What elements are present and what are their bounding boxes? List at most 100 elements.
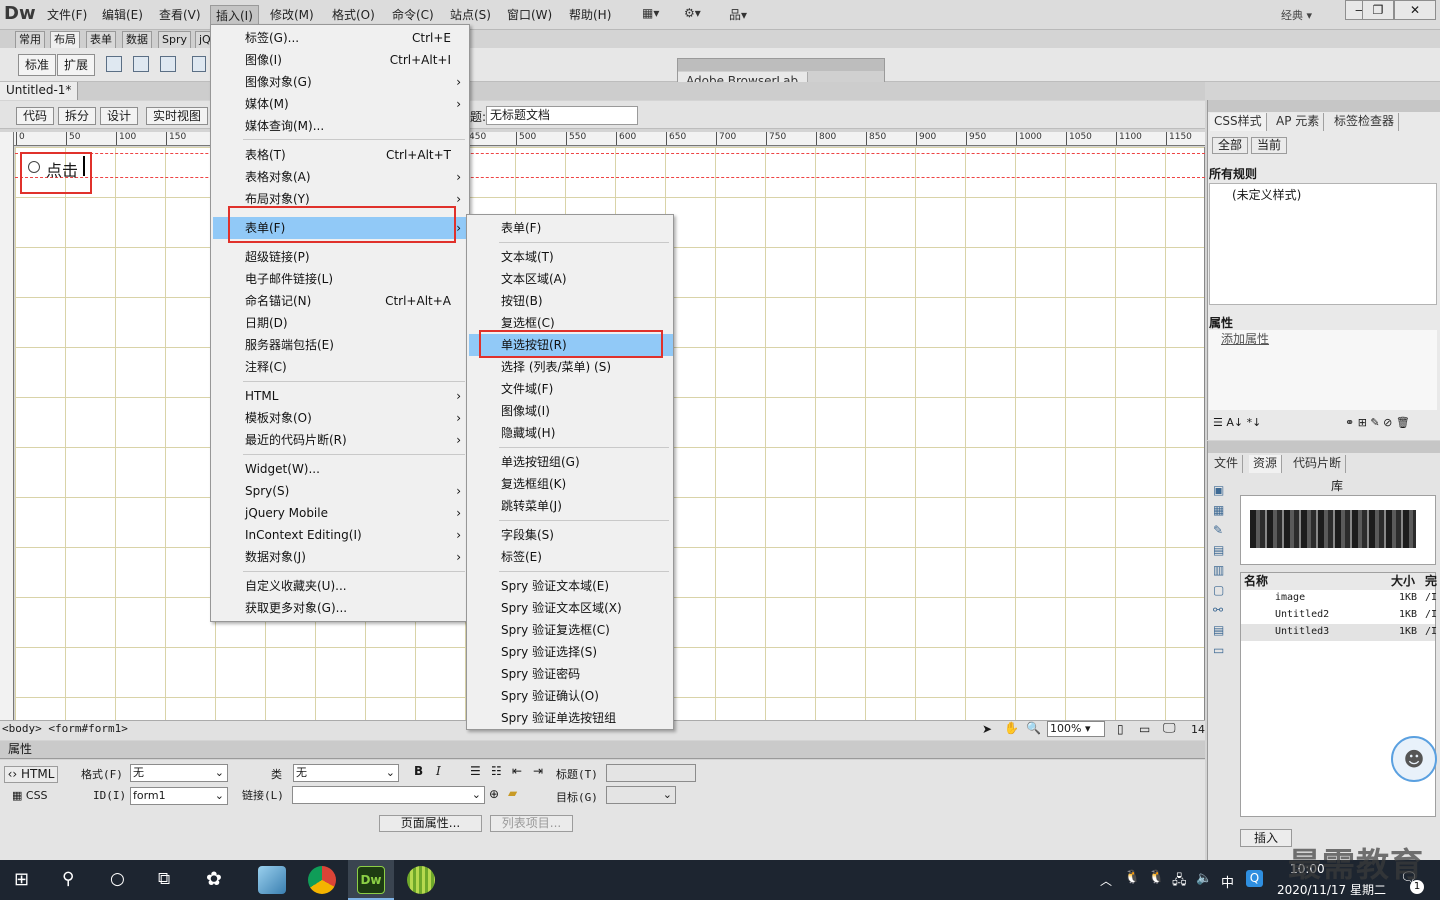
files-panel-titlebar[interactable] xyxy=(1208,441,1440,453)
css-mode-button[interactable]: ▦ CSS xyxy=(12,789,48,802)
volume-icon[interactable]: 🔈 xyxy=(1196,871,1212,886)
insert-tab-layout[interactable]: 布局 xyxy=(50,31,80,48)
qq-icon[interactable]: 🐧 xyxy=(1124,870,1140,885)
menu-item-widget[interactable]: Widget(W)... xyxy=(213,458,469,480)
submenu-item-radio-group[interactable]: 单选按钮组(G) xyxy=(469,451,673,473)
col-size[interactable]: 大小 xyxy=(1391,573,1415,589)
tab-assets[interactable]: 资源 xyxy=(1249,455,1283,473)
submenu-item-text-field[interactable]: 文本域(T) xyxy=(469,246,673,268)
submenu-item-fieldset[interactable]: 字段集(S) xyxy=(469,524,673,546)
task-view-icon[interactable]: ⧉ xyxy=(158,869,170,889)
windows-start-icon[interactable]: ⊞ xyxy=(14,869,29,890)
insert-tab-data[interactable]: 数据 xyxy=(122,31,152,48)
format-select[interactable]: 无 ⌄ xyxy=(130,764,228,782)
unordered-list-icon[interactable]: ☰ xyxy=(470,764,481,778)
menu-item-table[interactable]: 表格(T) Ctrl+Alt+T xyxy=(213,144,469,166)
tab-files[interactable]: 文件 xyxy=(1210,455,1244,473)
menu-item-server-include[interactable]: 服务器端包括(E) xyxy=(213,334,469,356)
tablet-size-icon[interactable]: ▭ xyxy=(1139,722,1150,736)
menu-item-email-link[interactable]: 电子邮件链接(L) xyxy=(213,268,469,290)
list-item[interactable]: Untitled2 1KB /I xyxy=(1241,607,1437,624)
split-view-button[interactable]: 拆分 xyxy=(58,107,97,125)
menu-item-table-objects[interactable]: 表格对象(A) › xyxy=(213,166,469,188)
layout-icon[interactable]: ▦▾ xyxy=(642,6,659,20)
asset-category-icons[interactable]: ▣ ▦ ✎ ▤ ▥ ▢ ⚯ ▤ ▭ xyxy=(1213,480,1231,660)
menu-edit[interactable]: 编辑(E) xyxy=(97,5,148,25)
submenu-item-file-field[interactable]: 文件域(F) xyxy=(469,378,673,400)
cortana-icon[interactable]: ○ xyxy=(110,869,125,889)
close-button[interactable]: ✕ xyxy=(1394,0,1436,20)
zoom-icon[interactable]: 🔍 xyxy=(1026,721,1041,735)
menu-item-tag[interactable]: 标签(G)... Ctrl+E xyxy=(213,27,469,49)
menu-window[interactable]: 窗口(W) xyxy=(502,5,557,25)
browserlab-header[interactable] xyxy=(678,59,884,71)
gear-icon[interactable]: ⚙▾ xyxy=(684,6,701,20)
pointer-icon[interactable]: ➤ xyxy=(982,722,992,736)
menu-item-incontext-editing[interactable]: InContext Editing(I) › xyxy=(213,524,469,546)
div-icon[interactable] xyxy=(133,56,149,72)
ordered-list-icon[interactable]: ☷ xyxy=(491,764,502,778)
css-view-icons[interactable]: ☰ A↓ *↓ xyxy=(1213,416,1261,429)
menu-item-recent-snippets[interactable]: 最近的代码片断(R) › xyxy=(213,429,469,451)
target-select[interactable]: ⌄ xyxy=(606,786,676,804)
menu-item-html[interactable]: HTML › xyxy=(213,385,469,407)
desktop-size-icon[interactable]: 🖵 xyxy=(1163,721,1176,736)
ap-div-icon[interactable] xyxy=(160,56,176,72)
outdent-icon[interactable]: ⇤ xyxy=(512,764,522,778)
frame-icon[interactable] xyxy=(192,56,206,72)
list-item[interactable]: Untitled3 1KB /I xyxy=(1241,624,1437,641)
menu-item-comment[interactable]: 注释(C) xyxy=(213,356,469,378)
workspace-switcher[interactable]: 经典 ▾ xyxy=(1281,7,1312,23)
page-properties-button[interactable]: 页面属性... xyxy=(379,815,482,832)
list-item[interactable]: image 1KB /I xyxy=(1241,590,1437,607)
tab-css-styles[interactable]: CSS样式 xyxy=(1210,113,1267,131)
submenu-item-spry-password[interactable]: Spry 验证密码 xyxy=(469,663,673,685)
menu-view[interactable]: 查看(V) xyxy=(154,5,206,25)
ime-indicator[interactable]: 中 xyxy=(1221,872,1234,891)
tab-ap-elements[interactable]: AP 元素 xyxy=(1272,113,1325,131)
menu-help[interactable]: 帮助(H) xyxy=(564,5,616,25)
chrome-icon[interactable] xyxy=(308,866,336,894)
submenu-item-label[interactable]: 标签(E) xyxy=(469,546,673,568)
menu-site[interactable]: 站点(S) xyxy=(445,5,496,25)
menu-file[interactable]: 文件(F) xyxy=(42,5,92,25)
search-icon[interactable]: ⚲ xyxy=(62,869,74,889)
hand-icon[interactable]: ✋ xyxy=(1004,721,1019,735)
submenu-item-textarea[interactable]: 文本区域(A) xyxy=(469,268,673,290)
phone-size-icon[interactable]: ▯ xyxy=(1117,722,1124,736)
submenu-item-image-field[interactable]: 图像域(I) xyxy=(469,400,673,422)
menu-item-custom-favorites[interactable]: 自定义收藏夹(U)... xyxy=(213,575,469,597)
tab-tag-inspector[interactable]: 标签检查器 xyxy=(1330,113,1400,131)
menu-item-get-more-objects[interactable]: 获取更多对象(G)... xyxy=(213,597,469,619)
submenu-item-hidden-field[interactable]: 隐藏域(H) xyxy=(469,422,673,444)
menu-item-spry[interactable]: Spry(S) › xyxy=(213,480,469,502)
menu-item-date[interactable]: 日期(D) xyxy=(213,312,469,334)
col-name[interactable]: 名称 xyxy=(1244,573,1268,589)
folder-icon[interactable]: ▰ xyxy=(508,786,517,800)
dreamweaver-icon[interactable]: Dw xyxy=(357,866,385,894)
submenu-item-button[interactable]: 按钮(B) xyxy=(469,290,673,312)
italic-button[interactable]: I xyxy=(436,764,441,778)
code-view-button[interactable]: 代码 xyxy=(16,107,55,125)
title-field[interactable] xyxy=(606,764,696,782)
app-q-icon[interactable]: Q xyxy=(1246,870,1263,887)
pinwheel-app-icon[interactable]: ✿ xyxy=(206,868,222,890)
indent-icon[interactable]: ⇥ xyxy=(533,764,543,778)
qq-icon[interactable]: 🐧 xyxy=(1148,870,1164,885)
menu-item-template-objects[interactable]: 模板对象(O) › xyxy=(213,407,469,429)
menu-item-media-query[interactable]: 媒体查询(M)... xyxy=(213,115,469,137)
css-action-icons[interactable]: ⚭ ⊞ ✎ ⊘ 🗑 xyxy=(1345,416,1410,429)
submenu-item-spry-radio-group[interactable]: Spry 验证单选按钮组 xyxy=(469,707,673,729)
title-input[interactable]: 无标题文档 xyxy=(486,106,638,125)
notes-app-icon[interactable] xyxy=(258,866,286,894)
menu-item-image-objects[interactable]: 图像对象(G) › xyxy=(213,71,469,93)
menu-commands[interactable]: 命令(C) xyxy=(387,5,439,25)
menu-item-media[interactable]: 媒体(M) › xyxy=(213,93,469,115)
col-extra[interactable]: 完 xyxy=(1425,573,1437,589)
table-icon[interactable] xyxy=(106,56,122,72)
bold-button[interactable]: B xyxy=(414,764,423,778)
submenu-item-form[interactable]: 表单(F) xyxy=(469,217,673,239)
submenu-item-spry-select[interactable]: Spry 验证选择(S) xyxy=(469,641,673,663)
submenu-item-spry-textarea[interactable]: Spry 验证文本区域(X) xyxy=(469,597,673,619)
submenu-item-spry-text-field[interactable]: Spry 验证文本域(E) xyxy=(469,575,673,597)
